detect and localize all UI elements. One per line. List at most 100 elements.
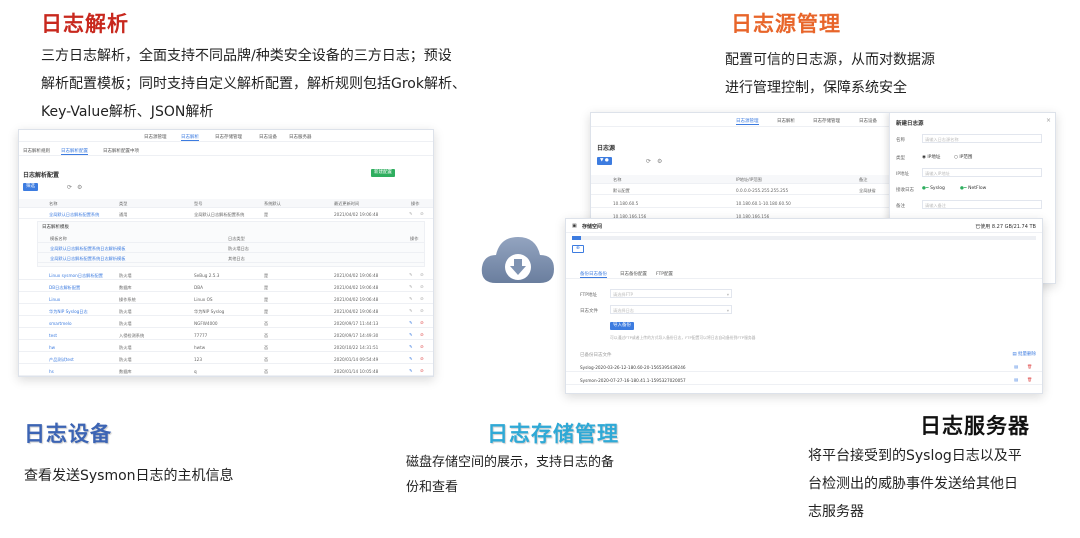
config-model: SeBug 2.5.3	[194, 273, 220, 278]
tab-log-parse[interactable]: 日志解析	[777, 118, 795, 124]
delete-icon[interactable]: ⊘	[420, 284, 424, 289]
tab-backup-config[interactable]: 日志备份配置	[620, 271, 647, 277]
config-name[interactable]: Linux sysmon日志解析配置	[49, 273, 103, 278]
log-server-desc-line: 台检测出的威胁事件发送给其他日	[808, 476, 1018, 492]
table-row[interactable]: 默认配置 0.0.0.0-255.255.255.255 全局缺省	[591, 186, 891, 195]
edit-icon[interactable]: ✎	[409, 211, 413, 216]
table-row[interactable]: 华为NIP Syslog日志 防火墙 华为NIP Syslog 是 2021/04/02…	[19, 307, 433, 316]
subtab-parse-rules[interactable]: 日志解析规则	[23, 148, 50, 154]
edit-icon[interactable]: ✎	[409, 284, 413, 289]
delete-icon[interactable]: ⊘	[420, 356, 424, 361]
edit-icon[interactable]: ✎	[409, 332, 413, 337]
config-name[interactable]: Linux	[49, 297, 60, 302]
edit-icon[interactable]: ✎	[409, 344, 413, 349]
delete-icon[interactable]: ⊘	[420, 332, 424, 337]
table-row[interactable]: 全局默认日志解析配置系统 通用 全局默认日志解析配置系统 是 2021/04/02 19…	[19, 210, 433, 219]
subtab-parse-config[interactable]: 日志解析配置	[61, 148, 88, 155]
template-name[interactable]: 全局默认日志解析配置系统日志解析模板	[50, 256, 125, 261]
close-icon[interactable]: ×	[1046, 117, 1051, 124]
edit-icon[interactable]: ✎	[409, 356, 413, 361]
config-default: 是	[264, 212, 269, 217]
table-row[interactable]: hs 数据库 q 否 2020/01/14 10:05:48 ✎ ⊘	[19, 367, 433, 376]
tab-log-device[interactable]: 日志设备	[859, 118, 877, 124]
config-updated: 2021/04/02 19:06:48	[334, 285, 379, 290]
delete-icon[interactable]: ⊘	[420, 344, 424, 349]
delete-icon[interactable]: ⊘	[420, 368, 424, 373]
sub-table-row[interactable]: 全局默认日志解析配置系统日志解析模板 其他日志	[38, 254, 424, 263]
add-config-button[interactable]: 新建配置	[371, 169, 395, 177]
tab-log-storage[interactable]: 日志存储管理	[215, 134, 242, 140]
edit-icon[interactable]: ✎	[409, 272, 413, 277]
storage-progress-fill	[572, 236, 582, 240]
backup-file-row[interactable]: Syslog-2020-03-26-12-180.60-20-156539543…	[566, 363, 1042, 372]
tab-log-server[interactable]: 日志服务器	[289, 134, 312, 140]
tab-log-source[interactable]: 日志源管理	[144, 134, 167, 140]
tab-log-device[interactable]: 日志设备	[259, 134, 277, 140]
refresh-icon[interactable]: ⟳	[646, 158, 651, 165]
delete-icon[interactable]: ⊘	[420, 320, 424, 325]
filter-button[interactable]: ▼ ●	[597, 157, 612, 165]
config-default: 否	[264, 357, 269, 362]
tab-log-storage[interactable]: 日志存储管理	[813, 118, 840, 124]
ftp-select[interactable]: 请选择FTP ▾	[610, 289, 732, 298]
table-row[interactable]: 10.180.60.5 10.180.60.1-10.180.60.50	[591, 199, 891, 208]
view-icon[interactable]: ▤	[1014, 377, 1018, 382]
tab-log-source[interactable]: 日志源管理	[736, 118, 759, 125]
log-file-select[interactable]: 请选择日志 ▾	[610, 305, 732, 314]
delete-icon[interactable]: ⊘	[420, 272, 424, 277]
table-row[interactable]: 产品测试test 防火墙 123 否 2020/01/14 09:54:49 ✎ ⊘	[19, 355, 433, 364]
name-input[interactable]: 请输入日志源名称	[922, 134, 1042, 143]
refresh-icon[interactable]: ⟳	[67, 184, 72, 191]
table-row[interactable]: test 入侵检测系统 77777 否 2020/09/17 14:49:30 ✎ ⊘	[19, 331, 433, 340]
edit-icon[interactable]: ✎	[409, 296, 413, 301]
filter-button[interactable]: 筛选	[23, 183, 38, 191]
delete-icon[interactable]: ⊘	[420, 211, 424, 216]
table-row[interactable]: smartmelo 防火墙 NGFW4000 否 2020/09/17 11:44:13…	[19, 319, 433, 328]
config-name[interactable]: 华为NIP Syslog日志	[49, 309, 88, 314]
ip-input[interactable]: 请输入IP地址	[922, 168, 1042, 177]
sub-table-header: 模板名称 日志类型 操作	[38, 234, 424, 243]
view-icon[interactable]: ▤	[1014, 364, 1018, 369]
config-name[interactable]: hw	[49, 345, 55, 350]
table-row[interactable]: hw 防火墙 hwtw 否 2020/10/22 14:31:51 ✎ ⊘	[19, 343, 433, 352]
import-backup-button[interactable]: 导入备份	[610, 322, 634, 330]
config-name[interactable]: test	[49, 333, 57, 338]
edit-icon[interactable]: ✎	[409, 368, 413, 373]
backup-file-row[interactable]: Sysmon-2020-07-27-16-180.41.1-1595327020…	[566, 376, 1042, 385]
config-type: 通用	[119, 212, 128, 217]
note-input[interactable]: 请输入备注	[922, 200, 1042, 209]
gear-icon[interactable]: ⚙	[657, 158, 662, 165]
config-name[interactable]: smartmelo	[49, 321, 72, 326]
config-default: 否	[264, 321, 269, 326]
batch-delete-link[interactable]: ▤ 批量删除	[1012, 351, 1036, 357]
tab-ftp-config[interactable]: FTP配置	[656, 271, 673, 277]
table-row[interactable]: Linux sysmon日志解析配置 防火墙 SeBug 2.5.3 是 2021/04…	[19, 271, 433, 280]
subtab-parse-config-items[interactable]: 日志解析配置中项	[103, 148, 139, 154]
config-name[interactable]: hs	[49, 369, 54, 374]
config-name[interactable]: 全局默认日志解析配置系统	[49, 212, 99, 217]
syslog-toggle[interactable]: ●━ Syslog	[922, 186, 945, 191]
delete-icon[interactable]: ⊘	[420, 296, 424, 301]
sub-table-row[interactable]: 全局默认日志解析配置系统日志解析模板 防火墙日志	[38, 244, 424, 253]
table-row[interactable]: DB日志解析配置 数据库 DBA 是 2021/04/02 19:06:48 ✎ ⊘	[19, 283, 433, 292]
config-name[interactable]: 产品测试test	[49, 357, 74, 362]
type-radio[interactable]: ◉ IP地址	[922, 154, 940, 160]
delete-icon[interactable]: 🗑	[1027, 377, 1032, 382]
edit-icon[interactable]: ✎	[409, 320, 413, 325]
template-name[interactable]: 全局默认日志解析配置系统日志解析模板	[50, 246, 125, 251]
netflow-toggle[interactable]: ●━ NetFlow	[960, 186, 986, 191]
table-row[interactable]: Linux 操作系统 Linux OS 是 2021/04/02 19:06:48 ✎ ⊘	[19, 295, 433, 304]
delete-icon[interactable]: ⊘	[420, 308, 424, 313]
config-default: 是	[264, 297, 269, 302]
config-name[interactable]: DB日志解析配置	[49, 285, 80, 290]
column-header: 日志类型	[228, 236, 245, 241]
small-action-button[interactable]: ⊕	[572, 245, 584, 253]
gear-icon[interactable]: ⚙	[77, 184, 82, 191]
tab-backup[interactable]: 备份日志备份	[580, 271, 607, 278]
delete-icon[interactable]: 🗑	[1027, 364, 1032, 369]
tab-log-parse[interactable]: 日志解析	[181, 134, 199, 141]
edit-icon[interactable]: ✎	[409, 308, 413, 313]
config-default: 是	[264, 273, 269, 278]
log-storage-description: 磁盘存储空间的展示，支持日志的备 份和查看	[406, 450, 666, 500]
type-radio[interactable]: ○ IP范围	[954, 154, 972, 160]
